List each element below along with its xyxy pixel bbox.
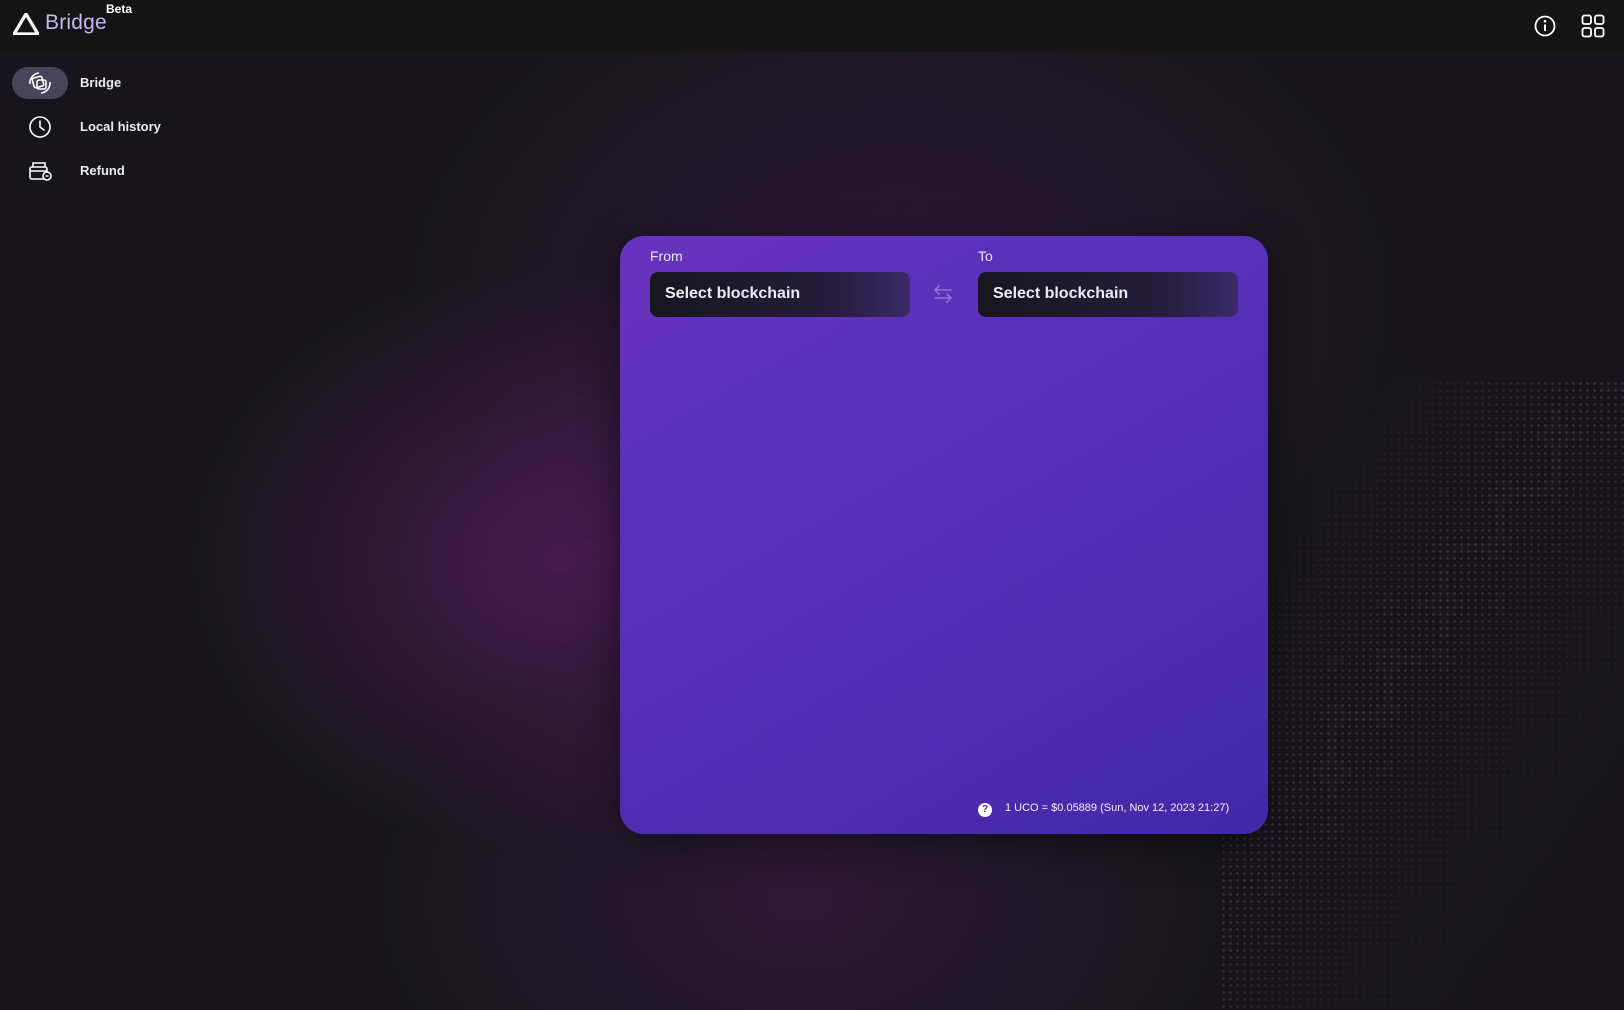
top-bar: Bridge Beta	[0, 0, 1624, 52]
question-icon[interactable]: ?	[978, 803, 992, 817]
price-info: ? 1 UCO = $0.05889 (Sun, Nov 12, 2023 21…	[978, 801, 1248, 819]
sidebar-item-label: Refund	[80, 163, 125, 178]
to-blockchain-select[interactable]: Select blockchain	[978, 272, 1238, 317]
beta-badge: Beta	[106, 2, 133, 16]
to-select-placeholder: Select blockchain	[993, 285, 1129, 302]
triangle-logo-icon[interactable]	[12, 12, 40, 36]
from-label: From	[650, 248, 683, 264]
clock-icon	[27, 115, 53, 139]
bridge-icon	[27, 71, 53, 95]
from-blockchain-select[interactable]: Select blockchain	[650, 272, 910, 317]
from-select-placeholder: Select blockchain	[665, 285, 801, 302]
grid-icon[interactable]	[1580, 13, 1606, 39]
page: Bridge Beta Bridge Local history Refund …	[0, 0, 1624, 1010]
info-icon[interactable]	[1532, 13, 1558, 39]
refund-icon	[27, 159, 53, 183]
bridge-card: From Select blockchain To Select blockch…	[620, 236, 1268, 834]
to-label: To	[978, 248, 993, 264]
sidebar-item-local-history[interactable]: Local history	[12, 111, 192, 143]
swap-arrows-icon[interactable]	[932, 284, 954, 304]
sidebar-item-label: Local history	[80, 119, 161, 134]
sidebar-item-refund[interactable]: Refund	[12, 155, 192, 187]
app-title: Bridge	[45, 11, 107, 34]
uco-price-text: 1 UCO = $0.05889 (Sun, Nov 12, 2023 21:2…	[1005, 802, 1230, 814]
sidebar-item-bridge[interactable]: Bridge	[12, 67, 192, 99]
background-dot-wave	[1220, 380, 1624, 1010]
sidebar-item-label: Bridge	[80, 75, 122, 90]
